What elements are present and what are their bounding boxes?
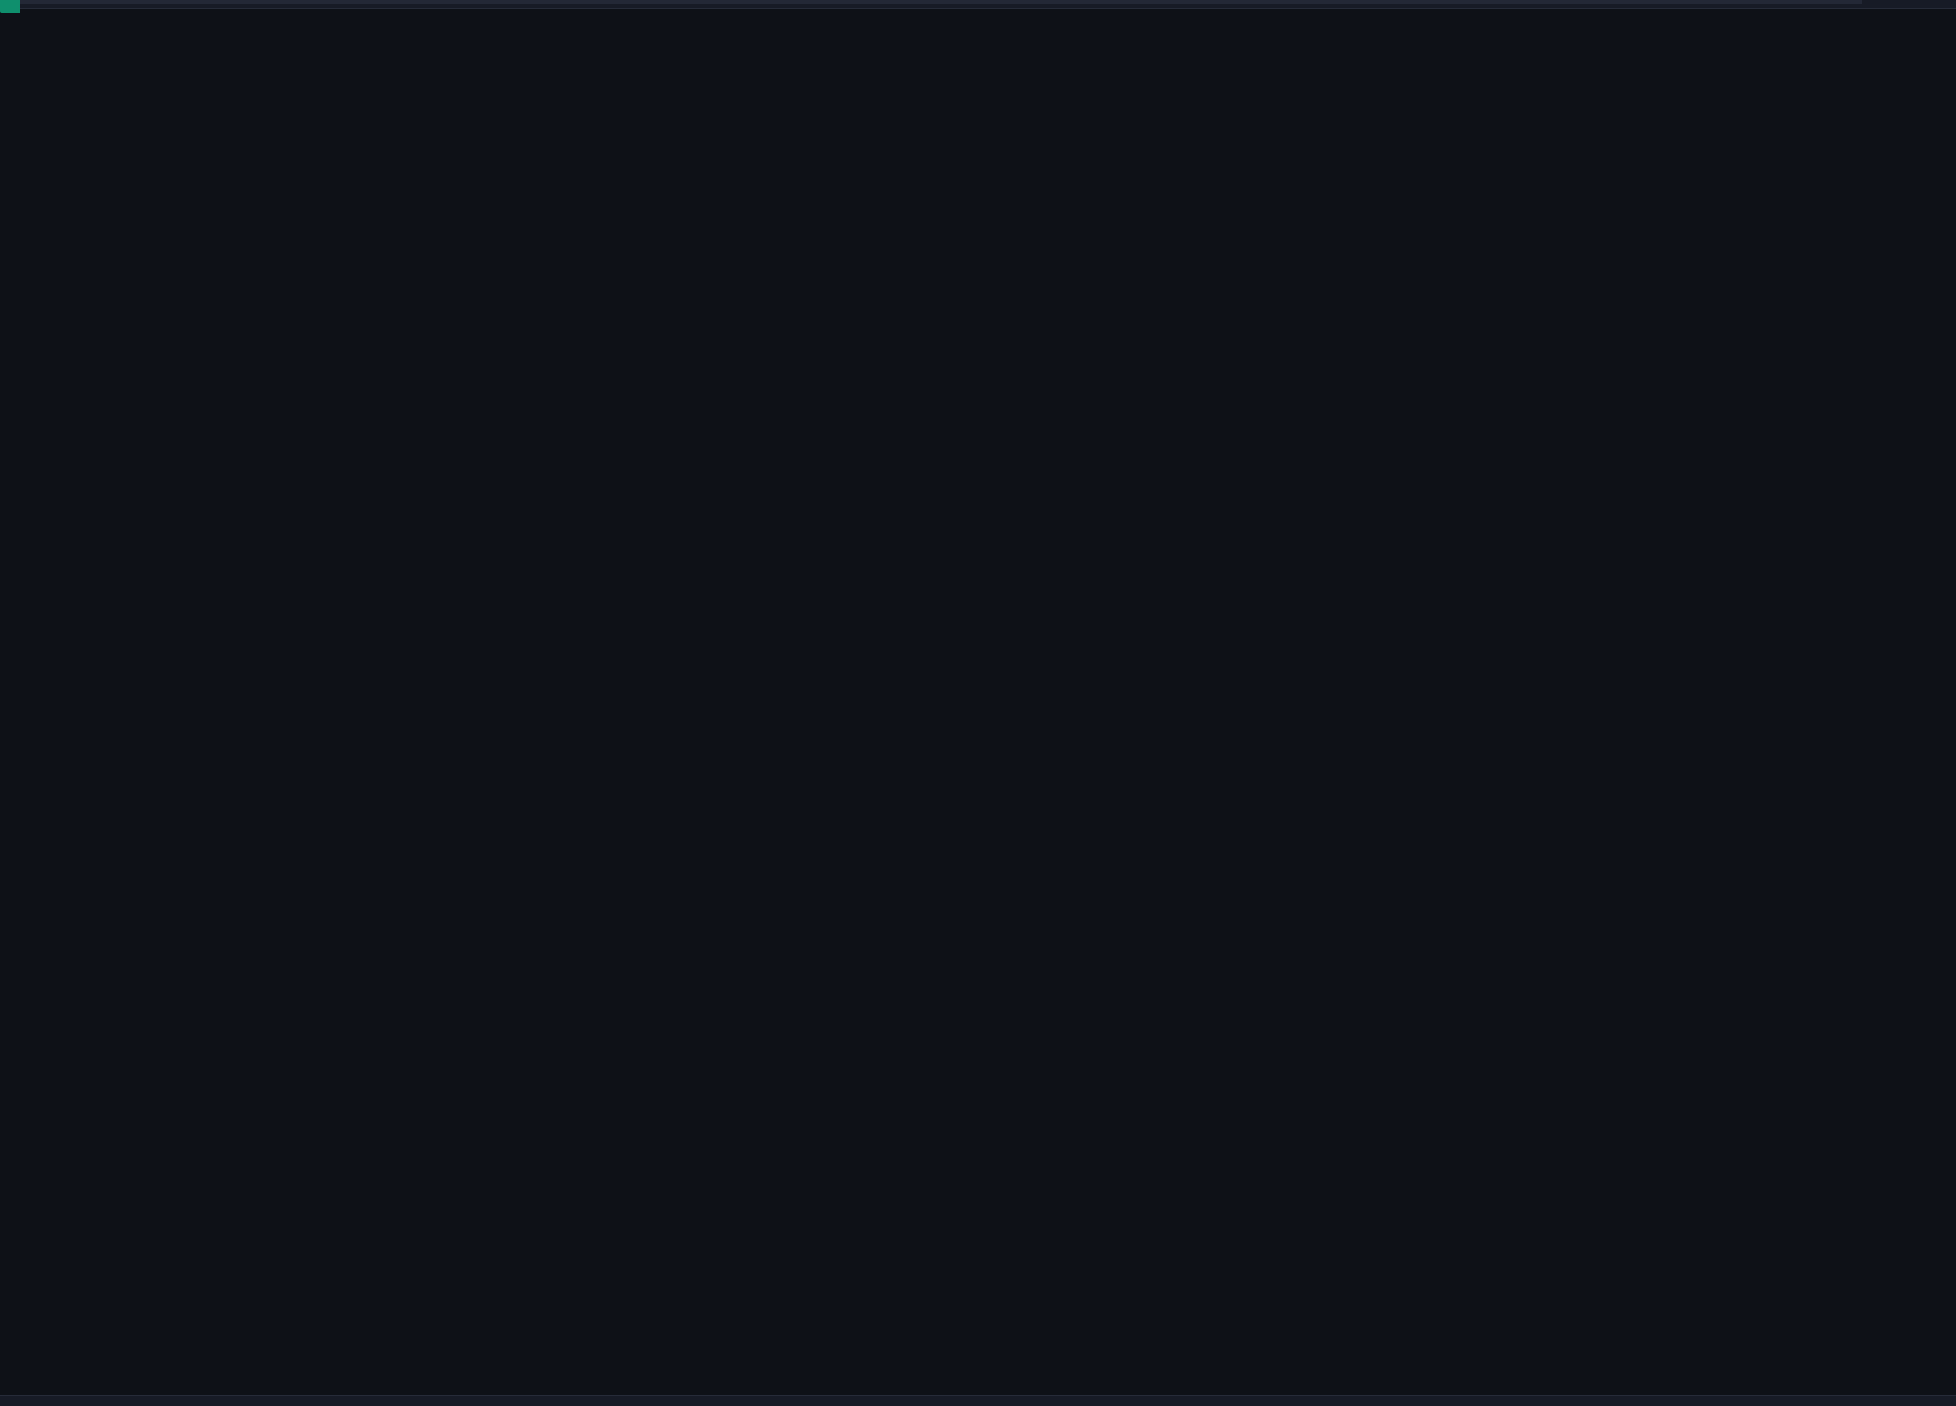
chart-window bbox=[0, 0, 1956, 1406]
indicator-lines bbox=[0, 0, 1956, 1406]
time-axis-bar[interactable] bbox=[0, 1395, 1956, 1406]
hand-drawn-annotations bbox=[0, 0, 1956, 1406]
symbol-tag bbox=[0, 0, 20, 13]
panel-separator[interactable] bbox=[0, 0, 1862, 4]
